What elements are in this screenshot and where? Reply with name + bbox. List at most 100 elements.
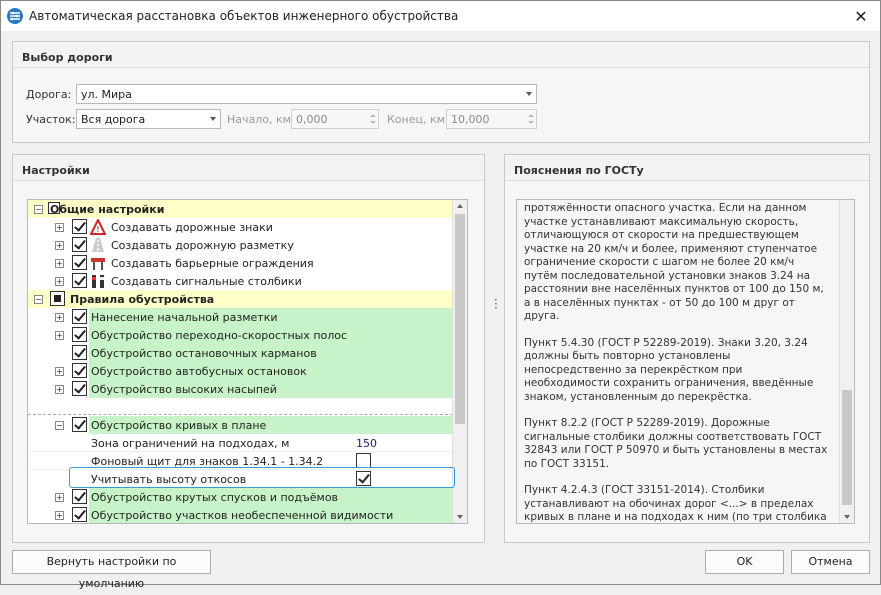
tree-item-barriers[interactable]: + Создавать барьерные ограждения (28, 254, 453, 272)
tree-item-signal-posts[interactable]: + Создавать сигнальные столбики (28, 272, 453, 290)
note-paragraph: Пункт 8.2.2 (ГОСТ Р 52289-2019). Дорожны… (524, 417, 828, 470)
note-paragraph: Пункт 5.4.30 (ГОСТ Р 52289-2019). Знаки … (524, 336, 814, 403)
param-value[interactable]: 150 (356, 437, 377, 450)
category-label: Общие настройки (50, 203, 165, 216)
tree-item-label: Обустройство остановочных карманов (91, 347, 317, 360)
expand-icon[interactable]: + (55, 241, 64, 250)
chevron-down-icon (526, 92, 532, 96)
tree-item-label: Обустройство участков необеспеченной вид… (91, 509, 394, 522)
tree-item-rule[interactable]: + Обустройство крутых спусков и подъёмов (28, 488, 453, 506)
category-label: Правила обустройства (70, 293, 215, 306)
section-value: Вся дорога (81, 113, 146, 126)
tree-item-label: Создавать дорожную разметку (111, 239, 294, 252)
scroll-thumb[interactable] (842, 390, 852, 505)
end-km-input[interactable]: 10,000 (446, 109, 537, 129)
checkbox[interactable] (72, 345, 87, 360)
notes-text-area[interactable]: протяжённости опасного участка. Если на … (516, 199, 855, 524)
checkbox[interactable] (72, 417, 87, 432)
tree-item-label: Создавать барьерные ограждения (111, 257, 314, 270)
spin-down-icon (528, 121, 534, 124)
scroll-thumb[interactable] (455, 214, 465, 424)
param-row-approach-zone[interactable]: Зона ограничений на подходах, м 150 (28, 434, 453, 452)
tree-item-rule[interactable]: + Нанесение начальной разметки (28, 308, 453, 326)
chevron-down-icon (210, 117, 216, 121)
svg-text:!: ! (96, 225, 99, 234)
checkbox[interactable] (50, 291, 65, 306)
tree-item-rule[interactable]: + Обустройство переходно-скоростных поло… (28, 326, 453, 344)
spin-down-icon (370, 121, 376, 124)
checkbox[interactable] (72, 255, 87, 270)
tree-item-curves[interactable]: − Обустройство кривых в плане (28, 416, 453, 434)
start-km-value: 0,000 (296, 113, 328, 126)
note-paragraph: протяжённости опасного участка. Если на … (524, 202, 824, 322)
expand-icon[interactable]: + (55, 367, 64, 376)
tree-category-rules[interactable]: − Правила обустройства (28, 290, 453, 308)
collapse-icon[interactable]: − (34, 205, 43, 214)
tree-item-label: Обустройство переходно-скоростных полос (91, 329, 348, 342)
tree-item-rule[interactable]: + Обустройство автобусных остановок (28, 362, 453, 380)
checkbox[interactable] (72, 363, 87, 378)
cancel-button[interactable]: Отмена (791, 550, 870, 574)
window-title: Автоматическая расстановка объектов инже… (29, 9, 459, 23)
tree-item-label: Создавать дорожные знаки (111, 221, 273, 234)
scroll-up-icon[interactable] (457, 204, 463, 208)
tree-item-label: Нанесение начальной разметки (91, 311, 278, 324)
tree-item-label: Обустройство высоких насыпей (91, 383, 277, 396)
checkbox[interactable] (72, 507, 87, 522)
tree-item-road-signs[interactable]: + ! Создавать дорожные знаки (28, 217, 453, 236)
expand-icon[interactable]: + (55, 493, 64, 502)
barrier-icon (90, 255, 106, 271)
notes-panel-header: Пояснения по ГОСТу (505, 155, 869, 181)
signal-post-icon (90, 273, 106, 289)
tree-item-rule[interactable]: Обустройство остановочных карманов (28, 344, 453, 362)
checkbox[interactable] (72, 489, 87, 504)
tree-item-road-marking[interactable]: + Создавать дорожную разметку (28, 236, 453, 254)
expand-icon[interactable]: + (55, 331, 64, 340)
divider (28, 414, 453, 415)
section-combo[interactable]: Вся дорога (76, 109, 221, 129)
road-panel-header: Выбор дороги (13, 42, 869, 68)
reset-defaults-button[interactable]: Вернуть настройки по умолчанию (12, 550, 211, 590)
checkbox[interactable] (72, 381, 87, 396)
dialog-window: Автоматическая расстановка объектов инже… (0, 0, 881, 590)
expand-icon[interactable]: + (55, 385, 64, 394)
focus-ring (69, 467, 455, 488)
expand-icon[interactable]: + (55, 313, 64, 322)
road-combo[interactable]: ул. Мира (76, 84, 537, 104)
tree-item-rule[interactable]: + Обустройство участков необеспеченной в… (28, 506, 453, 523)
collapse-icon[interactable]: − (34, 295, 43, 304)
tree-item-label: Обустройство кривых в плане (91, 419, 267, 432)
tree-item-rule[interactable]: + Обустройство высоких насыпей (28, 380, 453, 398)
expand-icon[interactable]: + (55, 277, 64, 286)
splitter-handle[interactable]: · · · (494, 294, 498, 314)
checkbox[interactable] (72, 309, 87, 324)
spin-up-icon (528, 114, 534, 117)
tree-category-general[interactable]: − Общие настройки (28, 200, 453, 218)
start-km-input[interactable]: 0,000 (291, 109, 379, 129)
settings-panel-header: Настройки (13, 155, 484, 181)
warning-sign-icon: ! (89, 217, 107, 235)
checkbox[interactable] (72, 273, 87, 288)
road-value: ул. Мира (81, 88, 132, 101)
tree-item-label: Создавать сигнальные столбики (111, 275, 302, 288)
road-marking-icon (90, 237, 106, 253)
notes-scrollbar[interactable] (839, 200, 854, 523)
end-km-label: Конец, км: (387, 113, 449, 126)
collapse-icon[interactable]: − (55, 421, 64, 430)
scroll-down-icon[interactable] (457, 515, 463, 519)
note-paragraph: Пункт 4.2.4.3 (ГОСТ 33151-2014). Столбик… (524, 484, 827, 523)
close-button[interactable]: ✕ (850, 5, 872, 27)
tree-item-label: Обустройство крутых спусков и подъёмов (91, 491, 339, 504)
checkbox[interactable] (72, 237, 87, 252)
expand-icon[interactable]: + (55, 511, 64, 520)
checkbox[interactable] (72, 327, 87, 342)
ok-button[interactable]: OK (705, 550, 784, 574)
app-icon (7, 8, 23, 24)
checkbox[interactable] (356, 453, 371, 468)
checkbox[interactable] (72, 219, 87, 234)
title-bar: Автоматическая расстановка объектов инже… (1, 1, 880, 31)
expand-icon[interactable]: + (55, 259, 64, 268)
expand-icon[interactable]: + (55, 223, 64, 232)
scroll-down-icon[interactable] (844, 515, 850, 519)
spin-up-icon (370, 114, 376, 117)
